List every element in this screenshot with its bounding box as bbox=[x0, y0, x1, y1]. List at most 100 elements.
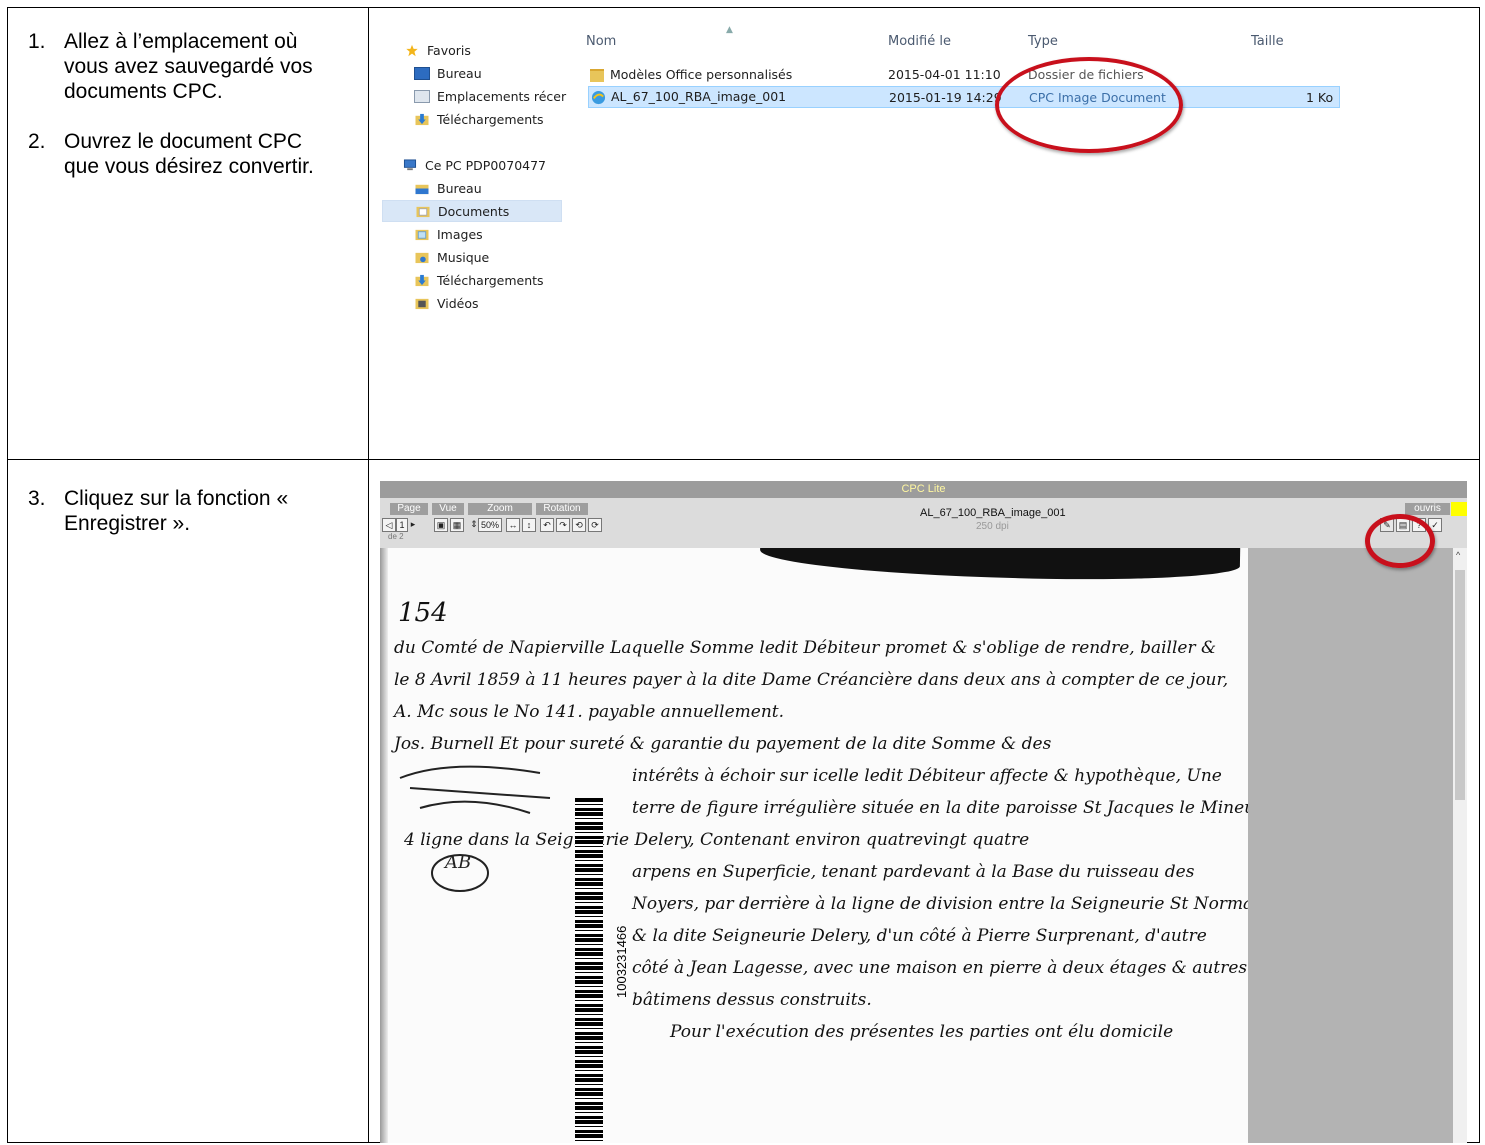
fit-height-icon[interactable]: ↕ bbox=[522, 518, 536, 532]
step-1: 1. Allez à l’emplacement où vous avez sa… bbox=[28, 29, 334, 104]
handwriting-line: côté à Jean Lagesse, avec une maison en … bbox=[632, 958, 1248, 978]
column-header-type[interactable]: Type bbox=[1028, 34, 1058, 49]
file-size: 1 Ko bbox=[1306, 89, 1334, 105]
handwriting-line: arpens en Superficie, tenant pardevant à… bbox=[632, 862, 1195, 882]
recent-places-icon bbox=[414, 89, 430, 103]
viewer-title-bar: CPC Lite bbox=[380, 481, 1467, 498]
file-name-cell: AL_67_100_RBA_image_001 bbox=[591, 89, 786, 105]
nav-label: Bureau bbox=[437, 65, 482, 81]
handwriting-line: terre de figure irrégulière située en la… bbox=[632, 798, 1248, 818]
file-row[interactable]: Modèles Office personnalisés 2015-04-01 … bbox=[588, 63, 1340, 85]
rotate-right-icon[interactable]: ↷ bbox=[556, 518, 570, 532]
nav-images[interactable]: Images bbox=[414, 223, 483, 245]
handwriting-line: Jos. Burnell Et pour sureté & garantie d… bbox=[394, 734, 1052, 754]
nav-label: Musique bbox=[437, 249, 490, 265]
step-number: 2. bbox=[28, 130, 46, 153]
scrollbar-thumb[interactable] bbox=[1455, 570, 1465, 800]
prev-page-icon[interactable]: ◁ bbox=[382, 518, 396, 532]
flip-icon[interactable]: ⟳ bbox=[588, 518, 602, 532]
rotate-180-icon[interactable]: ⟲ bbox=[572, 518, 586, 532]
handwriting-line: le 8 Avril 1859 à 11 heures payer à la d… bbox=[394, 670, 1229, 690]
step-text: Allez à l’emplacement où vous avez sauve… bbox=[64, 30, 313, 103]
fit-width-icon[interactable]: ↔ bbox=[506, 518, 520, 532]
page-edge bbox=[380, 548, 388, 1143]
handwriting-line: A. Mc sous le No 141. payable annuelleme… bbox=[394, 702, 785, 722]
folder-icon bbox=[590, 68, 604, 82]
documents-folder-icon bbox=[416, 206, 430, 217]
page-number-input[interactable]: 1 bbox=[396, 518, 408, 532]
step-text: Ouvrez le document CPC que vous désirez … bbox=[64, 130, 314, 178]
column-header-nom[interactable]: Nom bbox=[586, 34, 616, 49]
nav-musique[interactable]: Musique bbox=[414, 246, 489, 268]
nav-telechargements[interactable]: Téléchargements bbox=[414, 108, 544, 130]
tab-vue[interactable]: Vue bbox=[432, 503, 464, 515]
tab-page[interactable]: Page bbox=[390, 503, 428, 515]
rotate-left-icon[interactable]: ↶ bbox=[540, 518, 554, 532]
viewer-toolbar: Page Vue Zoom Rotation ◁ 1 ▸ de 2 ▣ ▦ ⇕ … bbox=[380, 498, 1467, 548]
nav-pc-telechargements[interactable]: Téléchargements bbox=[414, 269, 544, 291]
tab-zoom[interactable]: Zoom bbox=[468, 503, 532, 515]
downloads-icon bbox=[415, 113, 429, 125]
folder-icon bbox=[415, 184, 429, 194]
cpc-lite-viewer-screenshot: CPC Lite Page Vue Zoom Rotation ◁ 1 ▸ de… bbox=[380, 481, 1467, 1143]
column-divider bbox=[368, 8, 369, 1142]
nav-label: Emplacements récer bbox=[437, 88, 567, 104]
tab-rotation[interactable]: Rotation bbox=[536, 503, 588, 515]
column-header-taille[interactable]: Taille bbox=[1251, 34, 1284, 49]
page-shadow bbox=[759, 548, 1241, 583]
desktop-icon bbox=[414, 66, 430, 80]
handwriting-line: intérêts à échoir sur icelle ledit Débit… bbox=[632, 766, 1222, 786]
zoom-stepper-icon[interactable]: ⇕ bbox=[470, 518, 478, 532]
next-page-icon[interactable]: ▸ bbox=[408, 518, 418, 532]
videos-folder-icon bbox=[415, 298, 429, 309]
file-name-cell: Modèles Office personnalisés bbox=[590, 67, 792, 82]
handwriting-line: 154 bbox=[398, 598, 448, 628]
nav-favoris[interactable]: Favoris bbox=[404, 39, 471, 61]
file-explorer-screenshot: Favoris Bureau Emplacements récer Téléch… bbox=[378, 25, 1468, 327]
page-count: de 2 bbox=[388, 532, 404, 541]
step-number: 1. bbox=[28, 30, 46, 53]
file-row-selected[interactable]: AL_67_100_RBA_image_001 2015-01-19 14:29… bbox=[588, 86, 1340, 108]
pictures-folder-icon bbox=[415, 229, 429, 240]
column-header-modifie[interactable]: Modifié le bbox=[888, 34, 951, 49]
nav-label: Téléchargements bbox=[437, 111, 544, 127]
highlight-ellipse bbox=[995, 57, 1183, 153]
nav-documents[interactable]: Documents bbox=[382, 200, 562, 222]
document-dpi: 250 dpi bbox=[976, 521, 1009, 532]
handwriting-line: bâtimens dessus construits. bbox=[632, 990, 872, 1010]
nav-label: Téléchargements bbox=[437, 272, 544, 288]
steps-list-bottom: 3. Cliquez sur la fonction « Enregistrer… bbox=[28, 486, 334, 561]
nav-ce-pc[interactable]: Ce PC PDP0070477 bbox=[402, 154, 546, 176]
file-modified: 2015-04-01 11:10 bbox=[888, 66, 1001, 82]
step-2: 2. Ouvrez le document CPC que vous désir… bbox=[28, 129, 334, 179]
handwriting-line: & la dite Seigneurie Delery, d'un côté à… bbox=[632, 926, 1207, 946]
scroll-up-icon[interactable]: ^ bbox=[1456, 550, 1460, 560]
step-text: Cliquez sur la fonction « Enregistrer ». bbox=[64, 487, 289, 535]
computer-icon bbox=[403, 158, 417, 170]
file-name: Modèles Office personnalisés bbox=[610, 66, 793, 82]
highlight-ellipse bbox=[1365, 514, 1435, 568]
signature-mark: AB bbox=[399, 765, 551, 892]
color-swatch bbox=[1451, 502, 1467, 516]
nav-bureau[interactable]: Bureau bbox=[414, 62, 482, 84]
nav-emplacements-recents[interactable]: Emplacements récer bbox=[414, 85, 566, 107]
nav-label: Documents bbox=[438, 203, 510, 219]
nav-label: Bureau bbox=[437, 180, 482, 196]
step-number: 3. bbox=[28, 487, 46, 510]
sort-arrow-icon: ▲ bbox=[726, 25, 733, 35]
nav-pc-bureau[interactable]: Bureau bbox=[414, 177, 482, 199]
multi-page-view-icon[interactable]: ▦ bbox=[450, 518, 464, 532]
handwriting-line: Noyers, par derrière à la ligne de divis… bbox=[632, 894, 1248, 914]
svg-text:AB: AB bbox=[443, 852, 471, 873]
nav-label: Favoris bbox=[427, 42, 471, 58]
zoom-level-input[interactable]: 50% bbox=[478, 518, 502, 532]
vertical-scrollbar[interactable]: ^ bbox=[1453, 548, 1467, 1143]
single-page-view-icon[interactable]: ▣ bbox=[434, 518, 448, 532]
tab-outils[interactable]: ouvris bbox=[1405, 503, 1450, 515]
star-icon bbox=[406, 44, 418, 56]
file-modified: 2015-01-19 14:29 bbox=[889, 89, 1002, 105]
nav-videos[interactable]: Vidéos bbox=[414, 292, 479, 314]
cpc-document-icon bbox=[591, 90, 606, 105]
downloads-icon bbox=[415, 274, 429, 286]
step-3: 3. Cliquez sur la fonction « Enregistrer… bbox=[28, 486, 334, 536]
